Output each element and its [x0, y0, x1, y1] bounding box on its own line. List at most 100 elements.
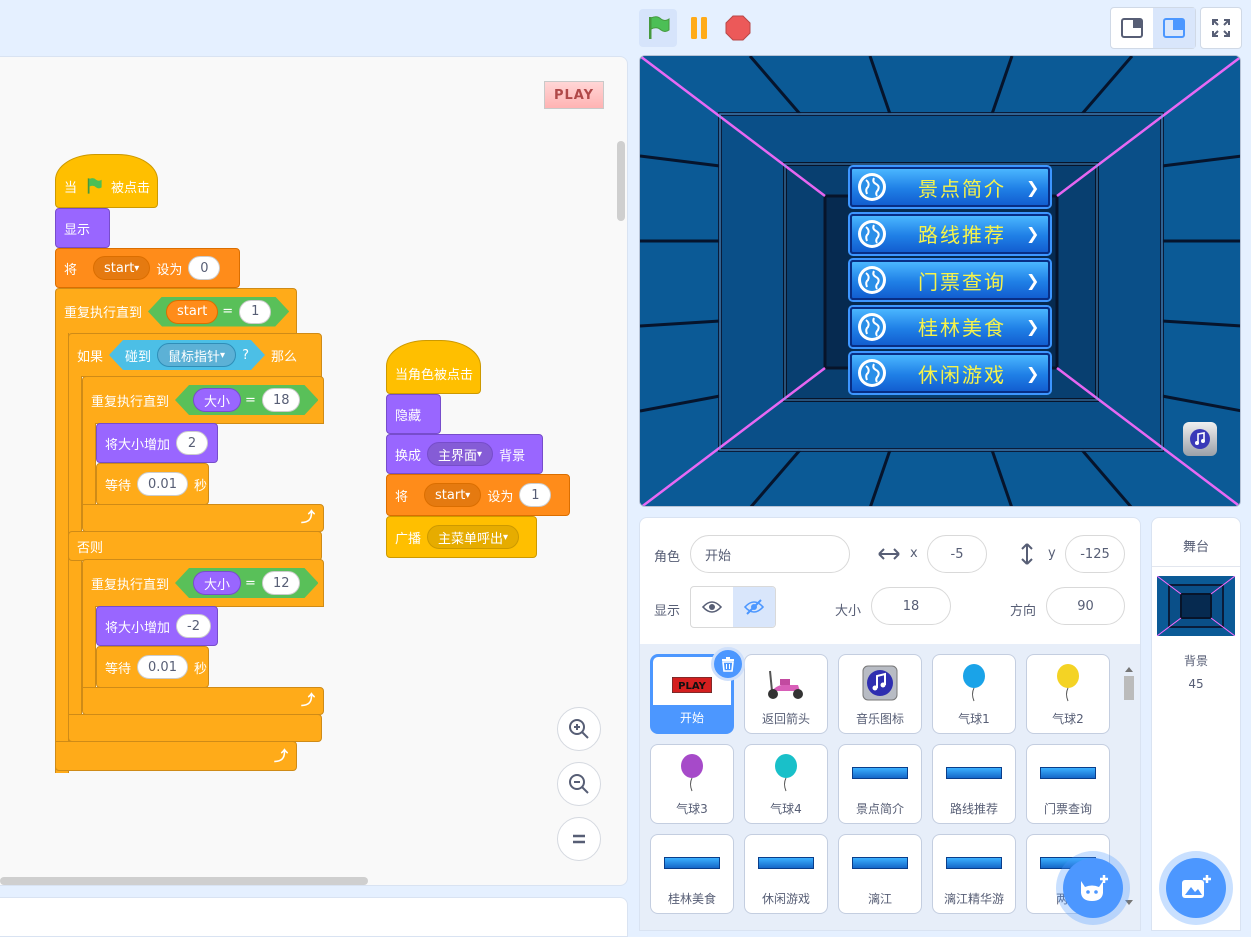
wait-input-2[interactable]: 0.01 [137, 655, 188, 679]
size-equals-operator-1[interactable]: 大小 = 18 [175, 385, 318, 415]
touching-block[interactable]: 碰到 鼠标指针 ? [109, 340, 265, 370]
menu-button[interactable]: 景点简介 ❯ [850, 167, 1050, 207]
sprite-tile-name: 漓江精华游 [943, 892, 1004, 906]
cat-plus-icon [1081, 875, 1108, 901]
inner-repeat-bottom-2: ⤴ [82, 687, 324, 715]
inner-repeat-until-block-1[interactable]: 重复执行直到 大小 = 18 [82, 376, 324, 424]
current-sprite-thumbnail: PLAY [544, 81, 604, 109]
set-value-input-2[interactable]: 1 [519, 483, 552, 507]
broadcast-dropdown[interactable]: 主菜单呼出 [427, 525, 520, 549]
sprite-tile[interactable]: 桂林美食 [650, 834, 734, 914]
switch-backdrop-block[interactable]: 换成 主界面 背景 [386, 434, 543, 474]
broadcast-prefix: 广播 [395, 531, 422, 547]
size-reporter-1[interactable]: 大小 [193, 388, 241, 412]
touching-target-dropdown[interactable]: 鼠标指针 [157, 343, 236, 367]
visibility-toggle [690, 586, 776, 628]
sprite-tile[interactable]: 漓江 [838, 834, 922, 914]
stage[interactable]: 景点简介 ❯ 路线推荐 ❯ 门票查询 ❯ 桂林美食 ❯ 休闲游戏 ❯ [639, 55, 1241, 507]
delete-sprite-button[interactable] [711, 647, 745, 681]
size-equals-operator-2[interactable]: 大小 = 12 [175, 568, 318, 598]
backdrop-dropdown[interactable]: 主界面 [427, 442, 494, 466]
start-reporter[interactable]: start [166, 300, 218, 324]
wait-block-1[interactable]: 等待 0.01 秒 [96, 463, 209, 505]
sprite-tile[interactable]: 气球3 [650, 744, 734, 824]
sprite-list-scrollbar[interactable] [1122, 666, 1136, 906]
sprite-tile[interactable]: 休闲游戏 [744, 834, 828, 914]
zoom-out-button[interactable] [557, 762, 601, 806]
wait-unit-2: 秒 [193, 661, 207, 677]
stop-button[interactable] [719, 9, 757, 47]
sprite-tile[interactable]: 漓江精华游 [932, 834, 1016, 914]
when-flag-clicked-block[interactable]: 当 被点击 [55, 154, 158, 208]
sprite-tile[interactable]: 气球2 [1026, 654, 1110, 734]
wait-input-1[interactable]: 0.01 [137, 472, 188, 496]
size-label: 大小 [835, 604, 862, 619]
y-input[interactable]: -125 [1065, 535, 1125, 573]
compare-value-input[interactable]: 1 [239, 300, 271, 324]
repeat-until-block[interactable]: 重复执行直到 start = 1 [55, 288, 297, 334]
menu-button[interactable]: 休闲游戏 ❯ [850, 353, 1050, 393]
when-sprite-clicked-block[interactable]: 当角色被点击 [386, 340, 481, 394]
equals-operator[interactable]: start = 1 [148, 297, 289, 327]
else-label: 否则 [77, 540, 104, 556]
normal-stage-button[interactable] [1153, 8, 1195, 48]
set-value-input[interactable]: 0 [188, 256, 221, 280]
sprite-tile[interactable]: 气球4 [744, 744, 828, 824]
show-block[interactable]: 显示 [55, 208, 110, 248]
set-variable-block-2[interactable]: 将 start 设为 1 [386, 474, 570, 516]
menu-button[interactable]: 桂林美食 ❯ [850, 306, 1050, 347]
x-input[interactable]: -5 [927, 535, 987, 573]
broadcast-block[interactable]: 广播 主菜单呼出 [386, 516, 537, 558]
zoom-in-button[interactable] [557, 707, 601, 751]
inner-repeat-until-block-2[interactable]: 重复执行直到 大小 = 12 [82, 559, 324, 607]
add-sprite-button[interactable] [1063, 858, 1123, 918]
change-size-input-1[interactable]: 2 [176, 431, 209, 455]
sprite-label: 角色 [654, 550, 681, 565]
hide-sprite-button[interactable] [733, 587, 775, 627]
size-reporter-2[interactable]: 大小 [193, 571, 241, 595]
add-backdrop-button[interactable] [1166, 858, 1226, 918]
stage-backdrop-thumbnail[interactable] [1157, 576, 1235, 636]
repeat-until-arm [55, 333, 69, 773]
sprite-tile[interactable]: 返回箭头 [744, 654, 828, 734]
size-input[interactable]: 18 [871, 587, 951, 625]
chevron-right-icon: ❯ [1026, 224, 1040, 243]
size-target-input-1[interactable]: 18 [262, 388, 301, 412]
change-size-block-2[interactable]: 将大小增加 -2 [96, 606, 218, 646]
variable-dropdown[interactable]: start [93, 256, 151, 280]
variable-dropdown-2[interactable]: start [424, 483, 482, 507]
stage-title: 舞台 [1182, 540, 1209, 555]
wait-block-2[interactable]: 等待 0.01 秒 [96, 646, 209, 688]
zoom-reset-button[interactable] [557, 817, 601, 861]
fullscreen-button[interactable] [1200, 7, 1242, 49]
green-flag-button[interactable] [639, 9, 677, 47]
menu-button[interactable]: 路线推荐 ❯ [850, 213, 1050, 254]
code-vertical-scrollbar[interactable] [617, 141, 625, 221]
pause-button[interactable] [680, 9, 718, 47]
sprite-tile-name: 漓江 [867, 892, 892, 906]
inner-repeat-label-1: 重复执行直到 [91, 394, 170, 410]
sprite-tile[interactable]: 路线推荐 [932, 744, 1016, 824]
change-size-block-1[interactable]: 将大小增加 2 [96, 423, 218, 463]
size-target-input-2[interactable]: 12 [262, 571, 301, 595]
sprite-tile[interactable]: 门票查询 [1026, 744, 1110, 824]
direction-input[interactable]: 90 [1046, 587, 1125, 625]
hide-block[interactable]: 隐藏 [386, 394, 441, 434]
menu-button[interactable]: 门票查询 ❯ [850, 260, 1050, 300]
music-sprite[interactable] [1183, 422, 1217, 456]
change-size-input-2[interactable]: -2 [176, 614, 211, 638]
zoom-out-icon [569, 774, 589, 794]
small-stage-button[interactable] [1111, 8, 1153, 48]
menu-button-label: 门票查询 [918, 269, 1006, 294]
sprite-tile[interactable]: 音乐图标 [838, 654, 922, 734]
code-area[interactable]: PLAY 当 被点击 显示 将 start 设为 0 重复执行直到 start … [0, 56, 628, 886]
set-variable-block[interactable]: 将 start 设为 0 [55, 248, 240, 288]
sprite-tile[interactable]: 气球1 [932, 654, 1016, 734]
globe-icon [858, 173, 886, 201]
change-size-label-1: 将大小增加 [105, 437, 171, 453]
sprite-tile[interactable]: 景点简介 [838, 744, 922, 824]
if-else-block[interactable]: 如果 碰到 鼠标指针 ? 那么 [68, 333, 322, 377]
show-sprite-button[interactable] [691, 587, 733, 627]
code-horizontal-scrollbar[interactable] [0, 877, 368, 885]
sprite-name-input[interactable]: 开始 [690, 535, 850, 573]
